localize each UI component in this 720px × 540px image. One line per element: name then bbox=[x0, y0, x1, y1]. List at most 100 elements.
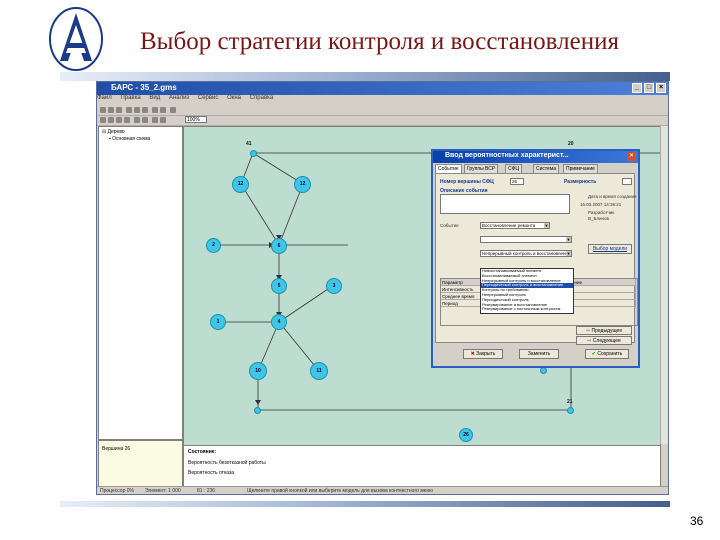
menu-view[interactable]: Вид bbox=[149, 95, 160, 101]
graph-node[interactable]: 12 bbox=[232, 176, 249, 193]
replace-button[interactable]: Заменить bbox=[519, 349, 559, 359]
info-text: Вершина 26 bbox=[102, 446, 131, 452]
zoom-in-icon[interactable] bbox=[152, 117, 158, 123]
strategy-dropdown-list: Невосстанавливаемый элемент Восстанавлив… bbox=[480, 268, 574, 314]
paste-icon[interactable] bbox=[142, 107, 148, 113]
tree-root[interactable]: ⊟ Дерево bbox=[102, 129, 125, 135]
window-titlebar: БАРС - 35_2.gms _ □ × bbox=[97, 82, 668, 95]
menu-edit[interactable]: Правка bbox=[120, 95, 140, 101]
graph-node[interactable] bbox=[250, 150, 257, 157]
tree-root-label: Дерево bbox=[107, 129, 125, 135]
node-tool-icon[interactable] bbox=[108, 117, 114, 123]
delete-icon[interactable] bbox=[134, 117, 140, 123]
graph-node[interactable]: 11 bbox=[310, 362, 328, 380]
menu-service[interactable]: Сервис bbox=[198, 95, 219, 101]
save-icon[interactable] bbox=[116, 107, 122, 113]
dialog-close-icon[interactable]: × bbox=[627, 152, 636, 161]
calc-icon[interactable] bbox=[142, 117, 148, 123]
status-element: Элемент: 1 000 bbox=[145, 488, 181, 494]
tab-system[interactable]: Система bbox=[533, 164, 560, 173]
node-label: 21 bbox=[567, 399, 573, 405]
dimension-field[interactable] bbox=[622, 178, 632, 185]
next-button-label: Следующее bbox=[592, 338, 621, 344]
save-button-label: Сохранить bbox=[597, 351, 623, 357]
company-logo bbox=[49, 7, 103, 71]
menu-bar: Файл Правка Вид Анализ Сервис Окна Справ… bbox=[97, 95, 668, 105]
chevron-down-icon: ▼ bbox=[566, 237, 571, 242]
title-underline bbox=[60, 72, 670, 81]
dialog-tabs: Событие Группы ВСР СФЦ Система Примечани… bbox=[435, 164, 635, 173]
toolbar-drawing: 100% bbox=[97, 115, 668, 126]
print-icon[interactable] bbox=[170, 107, 176, 113]
graph-node[interactable]: 1 bbox=[210, 314, 226, 330]
undo-icon[interactable] bbox=[152, 107, 158, 113]
next-button[interactable]: ⇨ Следующее bbox=[576, 336, 632, 345]
menu-windows[interactable]: Окна bbox=[227, 95, 241, 101]
open-file-icon[interactable] bbox=[108, 107, 114, 113]
tab-groups[interactable]: Группы ВСР bbox=[464, 164, 499, 173]
author-value: В_Блинов bbox=[588, 216, 609, 221]
menu-file[interactable]: Файл bbox=[97, 95, 112, 101]
redo-icon[interactable] bbox=[160, 107, 166, 113]
model-select[interactable]: Восстановление ремонта ▼ bbox=[480, 222, 550, 229]
dialog-title: Ввод вероятностных характерист... bbox=[445, 152, 569, 159]
graph-node[interactable]: 12 bbox=[294, 176, 311, 193]
state-line-2: Вероятность отказа bbox=[188, 470, 235, 476]
select-model-button[interactable]: Выбор модели bbox=[588, 244, 632, 254]
pointer-icon[interactable] bbox=[100, 117, 106, 123]
dialog-content: Номер вершины СФЦ 26 Размерность Описани… bbox=[435, 173, 638, 345]
graph-node[interactable]: 4 bbox=[271, 314, 287, 330]
graph-node[interactable]: 3 bbox=[326, 278, 342, 294]
graph-node[interactable]: 6 bbox=[271, 238, 287, 254]
dropdown-option[interactable]: Резервирование с постоянным контролем bbox=[481, 307, 573, 312]
save-button[interactable]: ✔ Сохранить bbox=[585, 349, 629, 359]
slide-title: Выбор стратегии контроля и восстановлени… bbox=[140, 28, 619, 55]
maximize-icon[interactable]: □ bbox=[644, 83, 654, 93]
graph-node[interactable]: 2 bbox=[206, 238, 221, 253]
status-bar: Процессор 0% Элемент: 1 000 81 : 236 Щел… bbox=[97, 486, 668, 494]
created-value: 16.03.2007 14:39:21 bbox=[580, 202, 622, 207]
page-number: 36 bbox=[690, 514, 704, 528]
graph-node[interactable] bbox=[254, 407, 261, 414]
close-button[interactable]: ✖ Закрыть bbox=[463, 349, 503, 359]
previous-button[interactable]: ⇦ Предыдущее bbox=[576, 326, 632, 335]
graph-node[interactable] bbox=[567, 407, 574, 414]
tab-event[interactable]: Событие bbox=[435, 164, 462, 173]
graph-node[interactable]: 26 bbox=[459, 428, 473, 442]
chevron-down-icon: ▼ bbox=[544, 223, 549, 228]
strategy-select[interactable]: Непрерывный контроль и восстановление ▼ bbox=[480, 250, 572, 257]
minimize-icon[interactable]: _ bbox=[632, 83, 642, 93]
tree-panel: ⊟ Дерево ▪ Основная схема bbox=[98, 126, 183, 440]
close-button-label: Закрыть bbox=[476, 351, 496, 357]
menu-help[interactable]: Справка bbox=[250, 95, 274, 101]
close-icon[interactable]: × bbox=[656, 83, 666, 93]
tree-item-label: Основная схема bbox=[112, 136, 151, 142]
node-label: 41 bbox=[246, 141, 252, 147]
cut-icon[interactable] bbox=[126, 107, 132, 113]
graph-node[interactable]: 5 bbox=[271, 278, 287, 294]
vertical-scrollbar[interactable] bbox=[660, 126, 668, 444]
state-heading: Состояние: bbox=[188, 449, 217, 455]
sub-select[interactable]: ▼ bbox=[480, 236, 572, 243]
diagram-canvas[interactable]: 41 12 12 2 6 5 3 1 4 10 11 20 21 27 28 2… bbox=[183, 126, 661, 446]
zoom-out-icon[interactable] bbox=[160, 117, 166, 123]
copy-icon[interactable] bbox=[134, 107, 140, 113]
description-textarea[interactable] bbox=[440, 194, 570, 214]
status-cpu: Процессор 0% bbox=[100, 488, 134, 494]
window-title: БАРС - 35_2.gms bbox=[111, 83, 177, 92]
graph-node[interactable]: 10 bbox=[249, 362, 267, 380]
footer-rule bbox=[60, 501, 670, 507]
zoom-select[interactable]: 100% bbox=[185, 116, 207, 123]
link-tool-icon[interactable] bbox=[124, 117, 130, 123]
tab-sfc[interactable]: СФЦ bbox=[505, 164, 523, 173]
arc-tool-icon[interactable] bbox=[116, 117, 122, 123]
application-window: БАРС - 35_2.gms _ □ × Файл Правка Вид Ан… bbox=[96, 81, 669, 495]
status-hint: Щелкните правой кнопкой или выберите мод… bbox=[247, 488, 434, 494]
tree-item-main-scheme[interactable]: ▪ Основная схема bbox=[109, 136, 150, 142]
tab-note[interactable]: Примечание bbox=[563, 164, 598, 173]
menu-analysis[interactable]: Анализ bbox=[169, 95, 189, 101]
graph-node[interactable] bbox=[540, 367, 547, 374]
new-file-icon[interactable] bbox=[100, 107, 106, 113]
number-field[interactable]: 26 bbox=[510, 178, 524, 185]
dialog-titlebar: Ввод вероятностных характерист... × bbox=[433, 151, 638, 163]
